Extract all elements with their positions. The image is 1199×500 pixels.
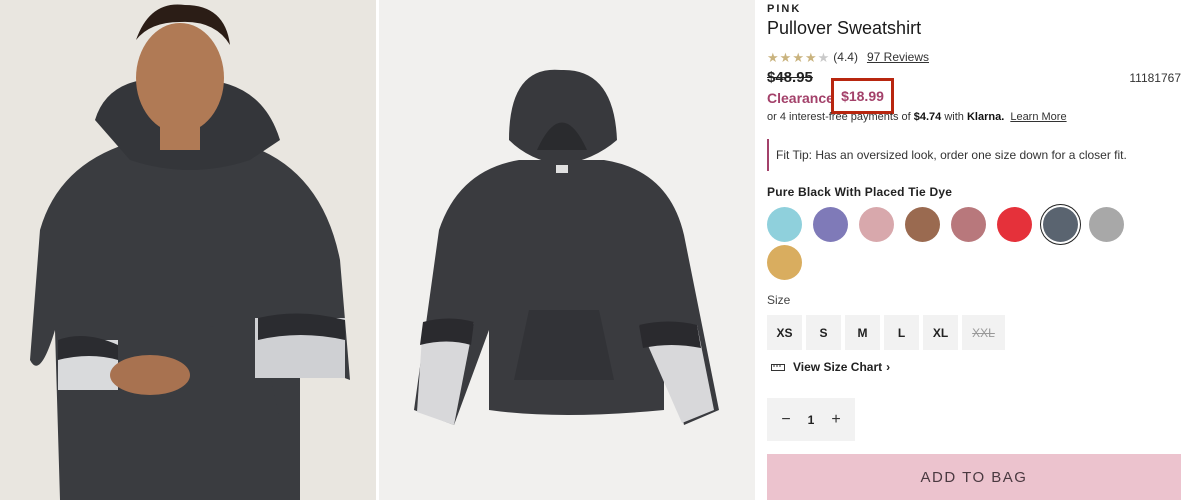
star-icon: ★ [767, 49, 779, 65]
size-option-xl[interactable]: XL [923, 315, 958, 350]
rating-row[interactable]: ★ ★ ★ ★ ★ (4.4) 97 Reviews [767, 50, 929, 64]
klarna-payment-info: or 4 interest-free payments of $4.74 wit… [767, 111, 1067, 123]
sku-number: 11181767 [1129, 71, 1181, 85]
view-size-chart-link[interactable]: View Size Chart › [771, 360, 890, 374]
fit-tip: Fit Tip: Has an oversized look, order on… [767, 139, 1127, 171]
color-swatch-mauve-camo[interactable] [951, 207, 986, 242]
color-swatch-mocha[interactable] [905, 207, 940, 242]
color-swatch-red[interactable] [997, 207, 1032, 242]
klarna-with: with [944, 111, 964, 123]
color-swatch-lavender-tie-dye[interactable] [813, 207, 848, 242]
klarna-prefix: or 4 interest-free payments of [767, 111, 911, 123]
star-icon: ★ [792, 49, 804, 65]
plus-icon[interactable]: + [825, 409, 847, 431]
clearance-label: Clearance [767, 90, 834, 106]
color-swatch-mustard[interactable] [767, 245, 802, 280]
sale-price-row: Clearance $18.99 [767, 78, 894, 114]
klarna-learn-more-link[interactable]: Learn More [1010, 111, 1066, 123]
ruler-icon [771, 364, 785, 371]
size-option-m[interactable]: M [845, 315, 880, 350]
quantity-stepper: − 1 + [767, 398, 855, 441]
chevron-right-icon: › [886, 360, 891, 374]
model-photo[interactable] [0, 0, 376, 500]
selected-color-name: Pure Black With Placed Tie Dye [767, 185, 953, 199]
sale-price: $18.99 [831, 78, 894, 114]
product-title: Pullover Sweatshirt [767, 18, 922, 38]
add-to-bag-button[interactable]: ADD TO BAG [767, 454, 1181, 500]
star-icon: ★ [804, 49, 817, 65]
size-option-xs[interactable]: XS [767, 315, 802, 350]
klarna-logo: Klarna. [966, 111, 1005, 123]
brand-name[interactable]: PINK [767, 3, 801, 15]
color-swatch-pink-burgundy-tie-dye[interactable] [859, 207, 894, 242]
quantity-value[interactable]: 1 [808, 413, 815, 427]
flat-lay-photo[interactable] [379, 0, 755, 500]
product-details: PINK Pullover Sweatshirt ★ ★ ★ ★ ★ (4.4) 97 … [767, 0, 1181, 500]
size-options: XS S M L XL XXL [767, 315, 1005, 350]
size-label: Size [767, 293, 791, 307]
reviews-link[interactable]: 97 Reviews [867, 50, 929, 64]
color-swatch-light-blue-tie-dye[interactable] [767, 207, 802, 242]
view-size-chart-label: View Size Chart [793, 360, 883, 374]
rating-value: (4.4) [833, 50, 858, 64]
color-swatch-pure-black-tie-dye[interactable] [1043, 207, 1078, 242]
klarna-amount: $4.74 [913, 111, 942, 123]
star-icon: ★ [817, 49, 830, 65]
color-swatch-heather-grey[interactable] [1089, 207, 1124, 242]
original-price: $48.95 [767, 69, 813, 86]
size-option-xxl[interactable]: XXL [962, 315, 1005, 350]
star-rating: ★ ★ ★ ★ ★ [767, 51, 829, 64]
size-option-l[interactable]: L [884, 315, 919, 350]
size-option-s[interactable]: S [806, 315, 841, 350]
star-icon: ★ [779, 49, 792, 65]
minus-icon[interactable]: − [775, 409, 797, 431]
